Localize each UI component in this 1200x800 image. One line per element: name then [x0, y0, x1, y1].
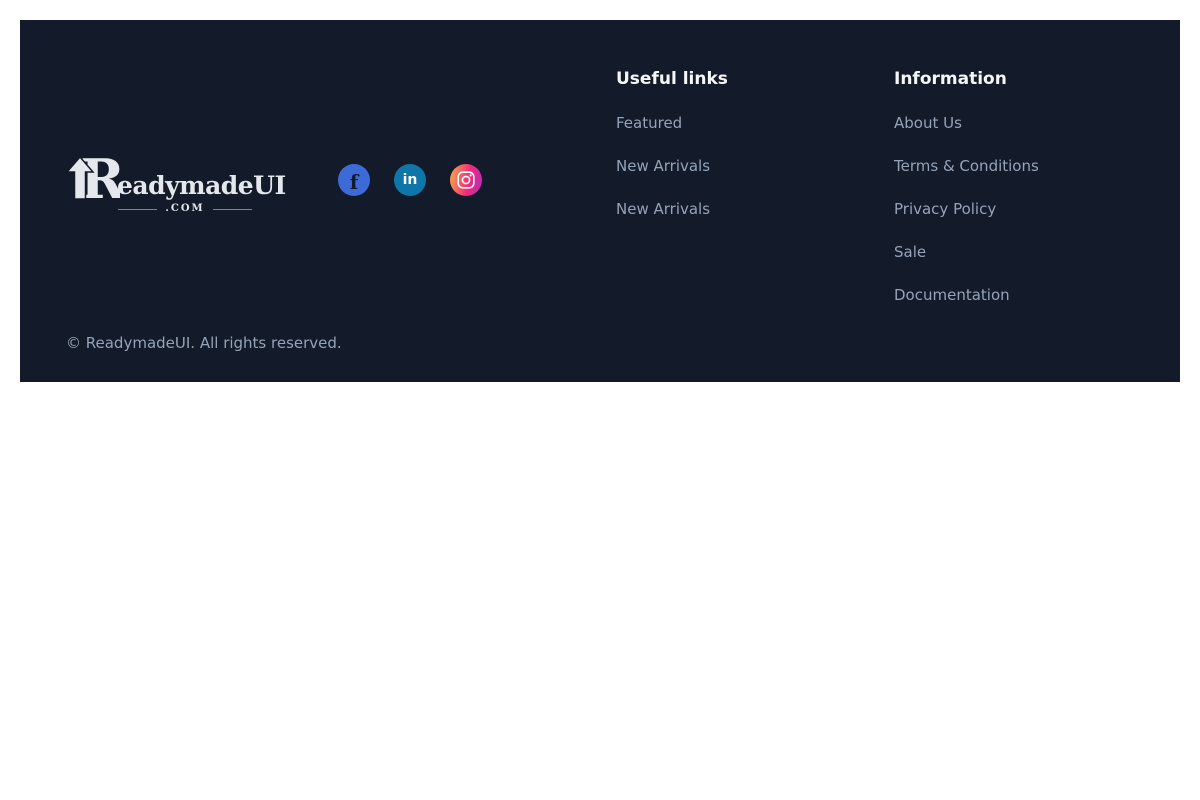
instagram-icon[interactable]: [450, 164, 482, 196]
list-item: Terms & Conditions: [894, 156, 1134, 175]
footer-column-information: Information About Us Terms & Conditions …: [894, 69, 1134, 328]
logo-wordmark: eadymadeUI: [117, 173, 286, 198]
logo-rule-left: [118, 209, 157, 210]
linkedin-icon[interactable]: in: [394, 164, 426, 196]
list-item: Sale: [894, 242, 1134, 261]
list-item: About Us: [894, 113, 1134, 132]
footer-link-new-arrivals-1[interactable]: New Arrivals: [616, 158, 710, 174]
instagram-camera-glyph: [457, 171, 475, 189]
column-heading-useful-links: Useful links: [616, 69, 856, 89]
logo-domain: .COM: [165, 204, 204, 214]
site-footer: R eadymadeUI .COM f in Useful links: [20, 20, 1180, 382]
list-item: Featured: [616, 113, 856, 132]
footer-link-documentation[interactable]: Documentation: [894, 287, 1010, 303]
logo-arrow-r-icon: R: [66, 153, 120, 201]
list-item: New Arrivals: [616, 156, 856, 175]
social-links: f in: [338, 164, 482, 196]
footer-link-terms-conditions[interactable]: Terms & Conditions: [894, 158, 1039, 174]
footer-link-privacy-policy[interactable]: Privacy Policy: [894, 201, 996, 217]
footer-link-featured[interactable]: Featured: [616, 115, 682, 131]
brand-logo[interactable]: R eadymadeUI .COM: [66, 153, 286, 214]
column-heading-information: Information: [894, 69, 1134, 89]
useful-links-list: Featured New Arrivals New Arrivals: [616, 113, 856, 218]
list-item: Privacy Policy: [894, 199, 1134, 218]
footer-link-sale[interactable]: Sale: [894, 244, 926, 260]
logo-wordmark-row: R eadymadeUI: [66, 153, 286, 201]
list-item: Documentation: [894, 285, 1134, 304]
information-links-list: About Us Terms & Conditions Privacy Poli…: [894, 113, 1134, 304]
footer-link-new-arrivals-2[interactable]: New Arrivals: [616, 201, 710, 217]
facebook-icon[interactable]: f: [338, 164, 370, 196]
logo-rule-right: [213, 209, 252, 210]
facebook-glyph: f: [350, 172, 359, 192]
footer-link-about-us[interactable]: About Us: [894, 115, 962, 131]
logo-domain-row: .COM: [118, 204, 252, 214]
linkedin-glyph: in: [403, 173, 418, 187]
list-item: New Arrivals: [616, 199, 856, 218]
footer-column-useful-links: Useful links Featured New Arrivals New A…: [616, 69, 856, 242]
copyright-text: © ReadymadeUI. All rights reserved.: [66, 333, 342, 353]
